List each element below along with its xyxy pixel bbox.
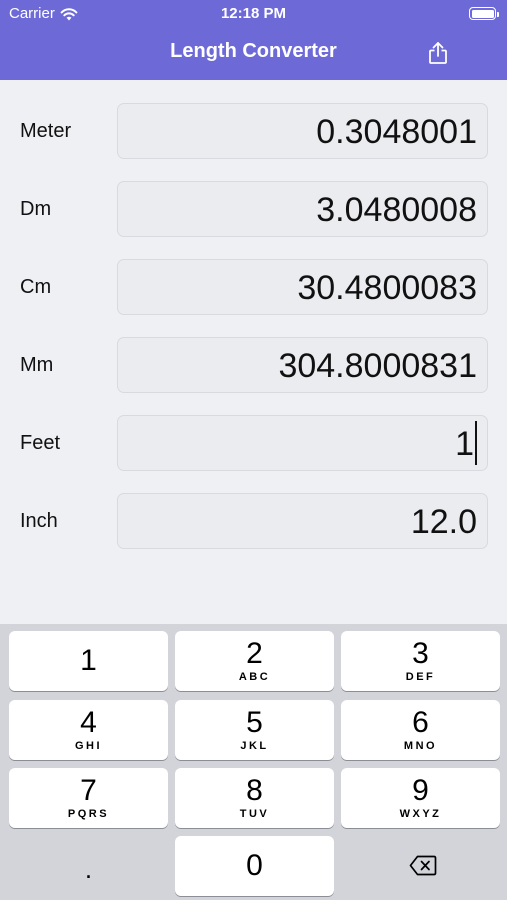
inch-value: 12.0	[410, 503, 477, 541]
key-digit: 0	[246, 849, 263, 882]
header: Carrier 12:18 PM Length Converter	[0, 0, 507, 80]
key-digit: 2	[246, 637, 263, 670]
key-digit: 7	[80, 774, 97, 807]
mm-label: Mm	[20, 354, 54, 376]
key-digit: 6	[412, 706, 429, 739]
key-letters: ABC	[238, 671, 271, 683]
row-inch: Inch 12.0	[0, 493, 507, 549]
key-4[interactable]: 4 GHI	[9, 700, 168, 760]
row-cm: Cm 30.4800083	[0, 259, 507, 315]
key-letters: TUV	[239, 808, 270, 820]
dm-value: 3.0480008	[316, 191, 477, 229]
mm-value: 304.8000831	[278, 347, 477, 385]
feet-label: Feet	[20, 432, 61, 454]
key-8[interactable]: 8 TUV	[175, 768, 334, 828]
key-letters: MNO	[403, 740, 438, 752]
key-5[interactable]: 5 JKL	[175, 700, 334, 760]
status-time: 12:18 PM	[220, 5, 287, 22]
row-feet: Feet 1	[0, 415, 507, 471]
row-dm: Dm 3.0480008	[0, 181, 507, 237]
text-cursor	[475, 421, 477, 466]
backspace-button[interactable]	[341, 836, 500, 896]
cm-input[interactable]: 30.4800083	[117, 259, 488, 315]
key-7[interactable]: 7 PQRS	[9, 768, 168, 828]
inch-input[interactable]: 12.0	[117, 493, 488, 549]
key-digit: 1	[80, 644, 97, 677]
key-decimal[interactable]: .	[9, 836, 168, 896]
numeric-keypad: 1 2 ABC 3 DEF 4 GHI 5 JKL 6 MNO 7 PQRS 8…	[0, 624, 507, 900]
key-digit: 5	[246, 706, 263, 739]
key-letters: JKL	[240, 740, 269, 752]
key-letters: WXYZ	[399, 808, 442, 820]
feet-input[interactable]: 1	[117, 415, 488, 471]
dm-input[interactable]: 3.0480008	[117, 181, 488, 237]
feet-value: 1	[455, 425, 474, 463]
meter-value: 0.3048001	[316, 113, 477, 151]
share-button[interactable]	[424, 38, 452, 68]
key-0[interactable]: 0	[175, 836, 334, 896]
key-1[interactable]: 1	[9, 631, 168, 691]
dm-label: Dm	[20, 198, 52, 220]
battery-icon	[469, 7, 499, 20]
backspace-icon	[409, 855, 437, 876]
key-letters: PQRS	[67, 808, 110, 820]
key-letters: GHI	[74, 740, 103, 752]
decimal-point-label: .	[84, 854, 93, 884]
key-2[interactable]: 2 ABC	[175, 631, 334, 691]
mm-input[interactable]: 304.8000831	[117, 337, 488, 393]
cm-label: Cm	[20, 276, 52, 298]
key-9[interactable]: 9 WXYZ	[341, 768, 500, 828]
screen: Carrier 12:18 PM Length Converter Meter …	[0, 0, 507, 900]
key-3[interactable]: 3 DEF	[341, 631, 500, 691]
key-digit: 3	[412, 637, 429, 670]
cm-value: 30.4800083	[297, 269, 477, 307]
key-letters: DEF	[405, 671, 436, 683]
inch-label: Inch	[20, 510, 58, 532]
meter-input[interactable]: 0.3048001	[117, 103, 488, 159]
meter-label: Meter	[20, 120, 72, 142]
share-icon	[429, 42, 447, 64]
key-digit: 4	[80, 706, 97, 739]
row-mm: Mm 304.8000831	[0, 337, 507, 393]
row-meter: Meter 0.3048001	[0, 103, 507, 159]
key-digit: 9	[412, 774, 429, 807]
key-6[interactable]: 6 MNO	[341, 700, 500, 760]
key-digit: 8	[246, 774, 263, 807]
